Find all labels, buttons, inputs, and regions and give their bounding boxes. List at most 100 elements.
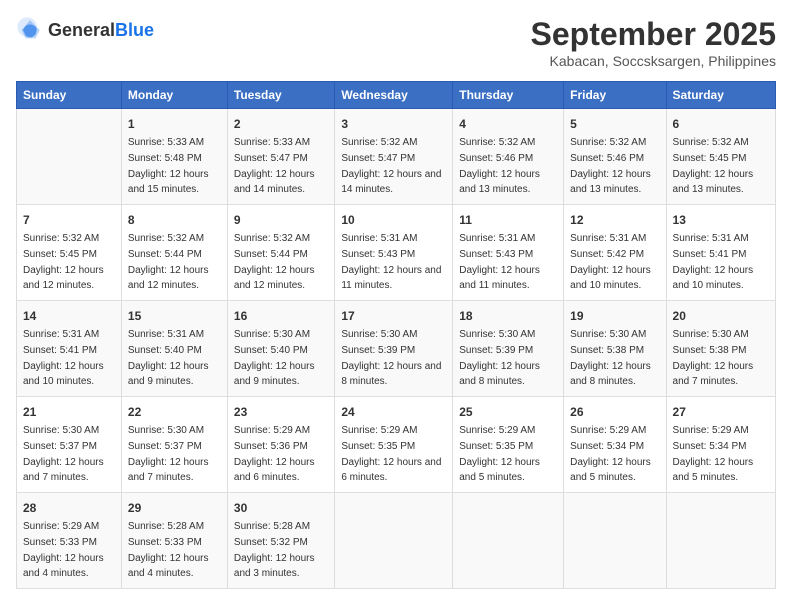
day-header-friday: Friday bbox=[564, 82, 666, 109]
sunrise-info: Sunrise: 5:29 AMSunset: 5:35 PMDaylight:… bbox=[341, 425, 441, 483]
day-number: 18 bbox=[459, 307, 557, 325]
sunrise-info: Sunrise: 5:31 AMSunset: 5:42 PMDaylight:… bbox=[570, 233, 651, 291]
calendar-table: SundayMondayTuesdayWednesdayThursdayFrid… bbox=[16, 81, 776, 589]
sunrise-info: Sunrise: 5:31 AMSunset: 5:40 PMDaylight:… bbox=[128, 329, 209, 387]
day-number: 11 bbox=[459, 211, 557, 229]
calendar-cell: 5Sunrise: 5:32 AMSunset: 5:46 PMDaylight… bbox=[564, 109, 666, 205]
calendar-cell: 19 Sunrise: 5:30 AMSunset: 5:38 PMDayligh… bbox=[564, 301, 666, 397]
calendar-cell: 3 Sunrise: 5:32 AMSunset: 5:47 PMDaylight… bbox=[335, 109, 453, 205]
day-header-saturday: Saturday bbox=[666, 82, 775, 109]
week-row-4: 21 Sunrise: 5:30 AMSunset: 5:37 PMDayligh… bbox=[17, 397, 776, 493]
sunrise-info: Sunrise: 5:29 AMSunset: 5:34 PMDaylight:… bbox=[570, 425, 651, 483]
sunrise-info: Sunrise: 5:31 AMSunset: 5:43 PMDaylight:… bbox=[459, 233, 540, 291]
calendar-cell: 12 Sunrise: 5:31 AMSunset: 5:42 PMDayligh… bbox=[564, 205, 666, 301]
calendar-cell: 1Sunrise: 5:33 AMSunset: 5:48 PMDaylight… bbox=[121, 109, 227, 205]
calendar-cell: 29 Sunrise: 5:28 AMSunset: 5:33 PMDayligh… bbox=[121, 493, 227, 589]
calendar-cell: 9 Sunrise: 5:32 AMSunset: 5:44 PMDaylight… bbox=[227, 205, 334, 301]
calendar-cell: 22Sunrise: 5:30 AMSunset: 5:37 PMDayligh… bbox=[121, 397, 227, 493]
week-row-3: 14 Sunrise: 5:31 AMSunset: 5:41 PMDayligh… bbox=[17, 301, 776, 397]
sunrise-info: Sunrise: 5:29 AMSunset: 5:36 PMDaylight:… bbox=[234, 425, 315, 483]
sunrise-info: Sunrise: 5:30 AMSunset: 5:38 PMDaylight:… bbox=[570, 329, 651, 387]
day-number: 15 bbox=[128, 307, 221, 325]
week-row-2: 7 Sunrise: 5:32 AMSunset: 5:45 PMDaylight… bbox=[17, 205, 776, 301]
day-number: 3 bbox=[341, 115, 446, 133]
day-header-monday: Monday bbox=[121, 82, 227, 109]
logo-icon bbox=[16, 16, 44, 44]
day-number: 27 bbox=[673, 403, 769, 421]
calendar-cell: 4 Sunrise: 5:32 AMSunset: 5:46 PMDaylight… bbox=[453, 109, 564, 205]
sunrise-info: Sunrise: 5:30 AMSunset: 5:39 PMDaylight:… bbox=[341, 329, 441, 387]
sunrise-info: Sunrise: 5:32 AMSunset: 5:47 PMDaylight:… bbox=[341, 137, 441, 195]
main-title: September 2025 bbox=[531, 16, 776, 53]
day-number: 8 bbox=[128, 211, 221, 229]
sunrise-info: Sunrise: 5:32 AMSunset: 5:45 PMDaylight:… bbox=[23, 233, 104, 291]
sunrise-info: Sunrise: 5:32 AMSunset: 5:45 PMDaylight:… bbox=[673, 137, 754, 195]
day-number: 10 bbox=[341, 211, 446, 229]
day-header-wednesday: Wednesday bbox=[335, 82, 453, 109]
calendar-cell bbox=[17, 109, 122, 205]
sunrise-info: Sunrise: 5:29 AMSunset: 5:35 PMDaylight:… bbox=[459, 425, 540, 483]
sunrise-info: Sunrise: 5:32 AMSunset: 5:44 PMDaylight:… bbox=[128, 233, 209, 291]
day-number: 19 bbox=[570, 307, 659, 325]
day-number: 4 bbox=[459, 115, 557, 133]
calendar-cell: 14 Sunrise: 5:31 AMSunset: 5:41 PMDayligh… bbox=[17, 301, 122, 397]
header: GeneralBlue September 2025 Kabacan, Socc… bbox=[16, 16, 776, 69]
calendar-cell: 25 Sunrise: 5:29 AMSunset: 5:35 PMDayligh… bbox=[453, 397, 564, 493]
logo-text: GeneralBlue bbox=[48, 20, 154, 41]
day-header-sunday: Sunday bbox=[17, 82, 122, 109]
calendar-cell: 24 Sunrise: 5:29 AMSunset: 5:35 PMDayligh… bbox=[335, 397, 453, 493]
day-number: 2 bbox=[234, 115, 328, 133]
day-number: 29 bbox=[128, 499, 221, 517]
calendar-cell: 26 Sunrise: 5:29 AMSunset: 5:34 PMDayligh… bbox=[564, 397, 666, 493]
sunrise-info: Sunrise: 5:28 AMSunset: 5:32 PMDaylight:… bbox=[234, 521, 315, 579]
sunrise-info: Sunrise: 5:33 AMSunset: 5:47 PMDaylight:… bbox=[234, 137, 315, 195]
week-row-1: 1Sunrise: 5:33 AMSunset: 5:48 PMDaylight… bbox=[17, 109, 776, 205]
title-area: September 2025 Kabacan, Soccsksargen, Ph… bbox=[531, 16, 776, 69]
calendar-cell: 2 Sunrise: 5:33 AMSunset: 5:47 PMDaylight… bbox=[227, 109, 334, 205]
day-number: 5 bbox=[570, 115, 659, 133]
day-number: 16 bbox=[234, 307, 328, 325]
calendar-cell: 10Sunrise: 5:31 AMSunset: 5:43 PMDayligh… bbox=[335, 205, 453, 301]
calendar-cell: 20Sunrise: 5:30 AMSunset: 5:38 PMDayligh… bbox=[666, 301, 775, 397]
sunrise-info: Sunrise: 5:30 AMSunset: 5:38 PMDaylight:… bbox=[673, 329, 754, 387]
day-number: 7 bbox=[23, 211, 115, 229]
calendar-cell: 28Sunrise: 5:29 AMSunset: 5:33 PMDayligh… bbox=[17, 493, 122, 589]
day-number: 24 bbox=[341, 403, 446, 421]
days-header-row: SundayMondayTuesdayWednesdayThursdayFrid… bbox=[17, 82, 776, 109]
day-number: 14 bbox=[23, 307, 115, 325]
sunrise-info: Sunrise: 5:30 AMSunset: 5:37 PMDaylight:… bbox=[23, 425, 104, 483]
day-number: 13 bbox=[673, 211, 769, 229]
day-number: 28 bbox=[23, 499, 115, 517]
calendar-cell: 11 Sunrise: 5:31 AMSunset: 5:43 PMDayligh… bbox=[453, 205, 564, 301]
day-number: 9 bbox=[234, 211, 328, 229]
calendar-cell: 30 Sunrise: 5:28 AMSunset: 5:32 PMDayligh… bbox=[227, 493, 334, 589]
day-number: 26 bbox=[570, 403, 659, 421]
calendar-cell: 18 Sunrise: 5:30 AMSunset: 5:39 PMDayligh… bbox=[453, 301, 564, 397]
day-number: 1 bbox=[128, 115, 221, 133]
subtitle: Kabacan, Soccsksargen, Philippines bbox=[531, 53, 776, 69]
sunrise-info: Sunrise: 5:31 AMSunset: 5:41 PMDaylight:… bbox=[23, 329, 104, 387]
calendar-cell: 23 Sunrise: 5:29 AMSunset: 5:36 PMDayligh… bbox=[227, 397, 334, 493]
day-number: 12 bbox=[570, 211, 659, 229]
sunrise-info: Sunrise: 5:29 AMSunset: 5:34 PMDaylight:… bbox=[673, 425, 754, 483]
sunrise-info: Sunrise: 5:32 AMSunset: 5:44 PMDaylight:… bbox=[234, 233, 315, 291]
day-number: 23 bbox=[234, 403, 328, 421]
calendar-cell: 13 Sunrise: 5:31 AMSunset: 5:41 PMDayligh… bbox=[666, 205, 775, 301]
logo: GeneralBlue bbox=[16, 16, 154, 44]
sunrise-info: Sunrise: 5:30 AMSunset: 5:37 PMDaylight:… bbox=[128, 425, 209, 483]
calendar-cell: 27 Sunrise: 5:29 AMSunset: 5:34 PMDayligh… bbox=[666, 397, 775, 493]
sunrise-info: Sunrise: 5:30 AMSunset: 5:40 PMDaylight:… bbox=[234, 329, 315, 387]
sunrise-info: Sunrise: 5:32 AMSunset: 5:46 PMDaylight:… bbox=[459, 137, 540, 195]
week-row-5: 28Sunrise: 5:29 AMSunset: 5:33 PMDayligh… bbox=[17, 493, 776, 589]
day-number: 30 bbox=[234, 499, 328, 517]
day-number: 21 bbox=[23, 403, 115, 421]
day-number: 17 bbox=[341, 307, 446, 325]
calendar-cell: 16 Sunrise: 5:30 AMSunset: 5:40 PMDayligh… bbox=[227, 301, 334, 397]
sunrise-info: Sunrise: 5:28 AMSunset: 5:33 PMDaylight:… bbox=[128, 521, 209, 579]
sunrise-info: Sunrise: 5:30 AMSunset: 5:39 PMDaylight:… bbox=[459, 329, 540, 387]
day-header-thursday: Thursday bbox=[453, 82, 564, 109]
day-number: 25 bbox=[459, 403, 557, 421]
sunrise-info: Sunrise: 5:31 AMSunset: 5:41 PMDaylight:… bbox=[673, 233, 754, 291]
day-number: 6 bbox=[673, 115, 769, 133]
calendar-cell: 6 Sunrise: 5:32 AMSunset: 5:45 PMDaylight… bbox=[666, 109, 775, 205]
